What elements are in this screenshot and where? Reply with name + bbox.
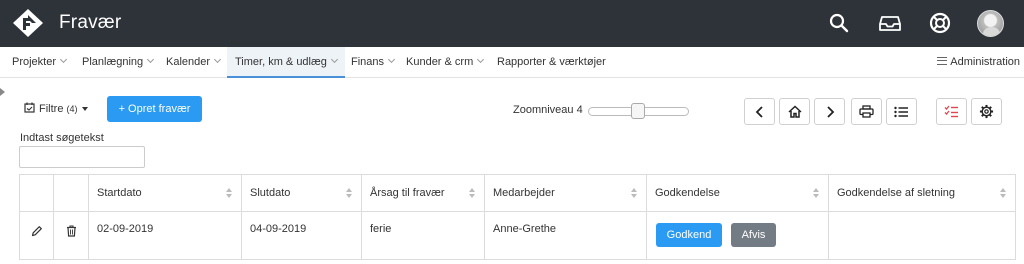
cell-medarbejder: Anne-Grethe	[485, 212, 647, 259]
cell-slutdato: 04-09-2019	[242, 212, 362, 259]
help-lifebuoy-icon[interactable]	[926, 9, 954, 37]
column-header-startdato[interactable]: Startdato	[89, 175, 242, 212]
column-label: Slutdato	[250, 187, 291, 199]
column-label: Årsag til fravær	[370, 187, 445, 199]
column-header-aarsag[interactable]: Årsag til fravær	[362, 175, 485, 212]
column-label: Godkendelse af sletning	[837, 187, 956, 199]
administration-menu[interactable]: Administration	[937, 47, 1020, 78]
app-logo-icon[interactable]	[12, 8, 44, 38]
column-label: Godkendelse	[655, 187, 720, 199]
chevron-right-icon	[826, 105, 834, 118]
sort-icon[interactable]	[813, 188, 820, 198]
list-view-button[interactable]	[886, 98, 917, 125]
hamburger-icon	[937, 57, 948, 65]
nav-item-kunder-crm[interactable]: Kunder & crm	[406, 47, 485, 78]
header-cell-delete	[54, 175, 89, 212]
sort-icon[interactable]	[631, 188, 638, 198]
settings-gear-icon	[979, 104, 994, 119]
zoom-label: Zoomniveau 4	[513, 104, 583, 116]
caret-down-icon	[81, 107, 88, 111]
chevron-down-icon	[147, 55, 155, 64]
filter-button[interactable]: Filtre (4)	[24, 97, 88, 121]
nav-item-kalender[interactable]: Kalender	[166, 47, 222, 78]
top-bar: Fravær	[0, 0, 1024, 47]
nav-item-label: Planlægning	[82, 56, 144, 68]
zoom-slider-handle[interactable]	[631, 103, 645, 119]
home-icon	[787, 105, 802, 118]
sort-icon[interactable]	[1000, 188, 1007, 198]
chevron-down-icon	[330, 55, 338, 64]
filter-count: (4)	[66, 104, 78, 114]
page-title: Fravær	[59, 12, 122, 33]
sort-icon[interactable]	[469, 188, 476, 198]
inbox-icon[interactable]	[876, 9, 904, 37]
checklist-button[interactable]	[936, 98, 967, 125]
nav-item-label: Rapporter & værktøjer	[497, 56, 606, 68]
column-header-slutdato[interactable]: Slutdato	[242, 175, 362, 212]
sidebar-expand-icon[interactable]	[0, 88, 5, 96]
sort-icon[interactable]	[226, 188, 233, 198]
nav-item-label: Timer, km & udlæg	[235, 56, 327, 68]
cell-godkendelse: Godkend Afvis	[647, 212, 829, 259]
edit-pencil-icon[interactable]	[31, 225, 43, 237]
header-cell-edit	[20, 175, 54, 212]
user-avatar[interactable]	[977, 10, 1004, 37]
next-button[interactable]	[814, 98, 845, 125]
previous-button[interactable]	[744, 98, 775, 125]
edit-cell	[20, 212, 54, 259]
chevron-down-icon	[214, 55, 222, 64]
administration-label: Administration	[950, 56, 1020, 68]
chevron-down-icon	[477, 55, 485, 64]
print-button[interactable]	[851, 98, 882, 125]
column-label: Medarbejder	[493, 187, 555, 199]
home-button[interactable]	[779, 98, 810, 125]
absence-table: Startdato Slutdato Årsag til fravær Meda…	[19, 174, 1016, 260]
chevron-down-icon	[59, 55, 68, 64]
nav-item-label: Kalender	[166, 56, 211, 68]
nav-item-label: Projekter	[12, 56, 57, 68]
sort-icon[interactable]	[346, 188, 353, 198]
search-label: Indtast søgetekst	[20, 132, 104, 144]
nav-item-planlaegning[interactable]: Planlægning	[82, 47, 155, 78]
approve-button[interactable]: Godkend	[656, 223, 722, 247]
nav-item-timer-km-udlaeg[interactable]: Timer, km & udlæg	[227, 47, 345, 78]
trash-icon[interactable]	[66, 225, 77, 237]
settings-button[interactable]	[971, 98, 1002, 125]
checklist-icon	[944, 105, 958, 118]
column-header-godkendelse[interactable]: Godkendelse	[647, 175, 829, 212]
filter-label: Filtre	[39, 103, 64, 115]
column-header-godkendelse-af-sletning[interactable]: Godkendelse af sletning	[829, 175, 1015, 212]
chevron-left-icon	[755, 105, 763, 118]
search-icon[interactable]	[825, 9, 853, 37]
list-icon	[894, 106, 908, 117]
nav-item-label: Finans	[351, 56, 385, 68]
column-label: Startdato	[97, 187, 142, 199]
nav-item-projekter[interactable]: Projekter	[12, 47, 68, 78]
print-icon	[859, 105, 874, 118]
create-absence-button[interactable]: + Opret fravær	[107, 96, 202, 122]
calendar-check-icon	[24, 102, 35, 113]
chevron-down-icon	[387, 55, 396, 64]
reject-button[interactable]: Afvis	[731, 223, 776, 247]
main-nav: Projekter Planlægning Kalender Timer, km…	[0, 47, 1024, 78]
cell-godkendelse-af-sletning	[829, 212, 1015, 259]
cell-aarsag: ferie	[362, 212, 485, 259]
search-input[interactable]	[19, 146, 145, 168]
column-header-medarbejder[interactable]: Medarbejder	[485, 175, 647, 212]
delete-cell	[54, 212, 89, 259]
nav-item-finans[interactable]: Finans	[351, 47, 396, 78]
cell-startdato: 02-09-2019	[89, 212, 242, 259]
nav-item-rapporter-vaerktoejer[interactable]: Rapporter & værktøjer	[497, 47, 606, 78]
nav-item-label: Kunder & crm	[406, 56, 474, 68]
